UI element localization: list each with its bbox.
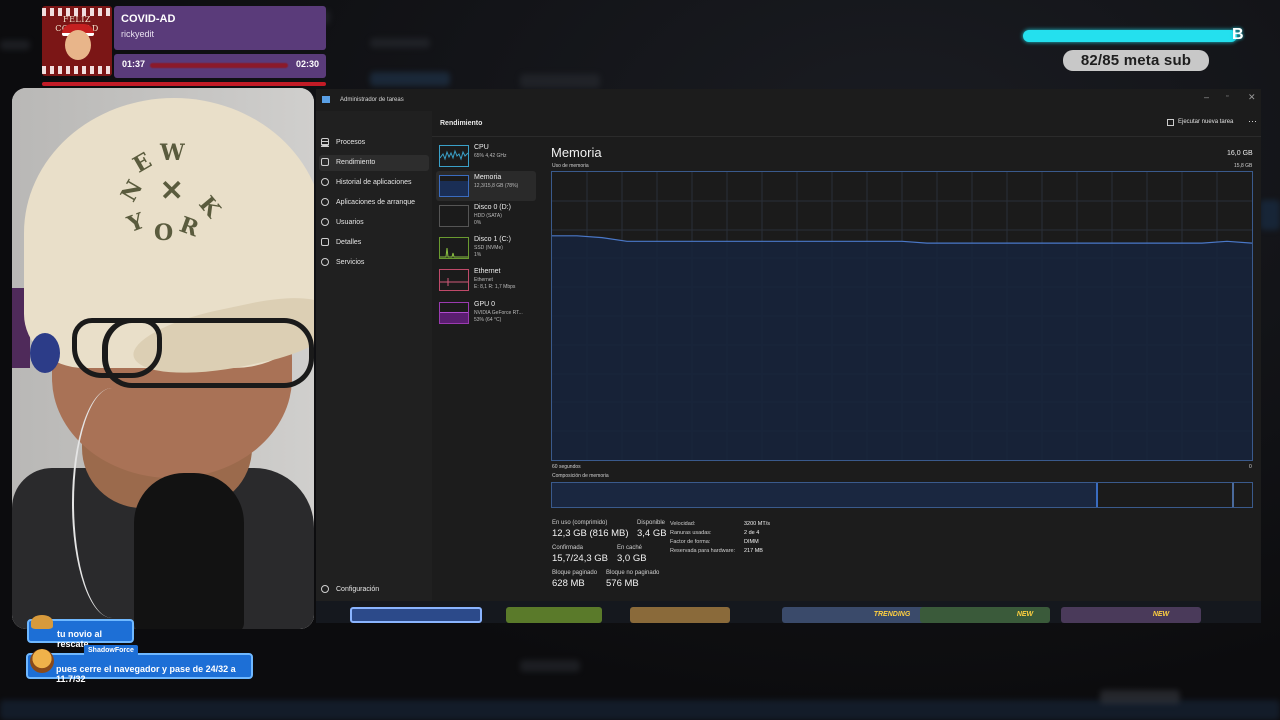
stat-committed: Confirmada 15,7/24,3 GB — [552, 545, 608, 564]
song-progress — [150, 63, 288, 68]
run-task-icon — [1167, 119, 1174, 126]
ethernet-thumbnail — [439, 269, 469, 291]
users-icon — [321, 218, 329, 226]
chat-message: tu novio al rescate — [27, 615, 134, 649]
more-options-icon[interactable]: ⋯ — [1248, 116, 1257, 127]
memory-usage-label: Uso de memoria — [552, 163, 589, 169]
composition-standby-divider — [1232, 483, 1234, 507]
graph-time-left: 60 segundos — [552, 464, 581, 470]
background-blur — [520, 660, 580, 672]
sub-goal-label: 82/85 meta sub — [1063, 50, 1209, 71]
microphone — [134, 473, 244, 629]
sidebar-item-usuarios[interactable]: Usuarios — [319, 215, 429, 231]
stat-available: Disponible 3,4 GB — [637, 520, 667, 539]
task-manager-window: Administrador de tareas – ▫ ✕ Procesos R… — [316, 89, 1261, 601]
cpu-thumbnail — [439, 145, 469, 167]
services-icon — [321, 258, 329, 266]
stat-nonpaged-pool: Bloque no paginado 576 MB — [606, 570, 660, 589]
cap-logo: N E W Y O R K ✕ — [115, 140, 226, 246]
memory-usage-chart — [552, 172, 1252, 460]
resource-memoria[interactable]: Memoria 12,3/15,8 GB (78%) — [436, 171, 536, 201]
sidebar-item-procesos[interactable]: Procesos — [319, 135, 429, 151]
resource-gpu-0[interactable]: GPU 0 NVIDIA GeForce RT... 53% (64 °C) — [436, 298, 536, 328]
background-blur — [1100, 690, 1180, 704]
goal-logo-icon: B — [1232, 26, 1244, 43]
game-tile[interactable]: NEW — [920, 607, 1050, 623]
game-tiles-strip: TRENDING NEW NEW — [316, 601, 1261, 623]
game-tile[interactable]: NEW — [1061, 607, 1201, 623]
minimize-icon[interactable]: – — [1204, 92, 1209, 102]
sidebar-nav: Procesos Rendimiento Historial de aplica… — [316, 111, 432, 601]
resource-cpu[interactable]: CPU 65% 4,42 GHz — [436, 141, 536, 171]
sub-goal-bar — [1023, 30, 1237, 42]
widget-underline — [42, 82, 326, 86]
memory-thumbnail — [439, 175, 469, 197]
title-bar[interactable]: Administrador de tareas – ▫ ✕ — [316, 89, 1261, 111]
stream-screen: FELIZ COVIDAD COVID-AD rickyedit 01:37 0… — [0, 0, 1280, 720]
resource-ethernet[interactable]: Ethernet Ethernet E: 8,1 R: 1,7 Mbps — [436, 265, 536, 295]
memory-usage-area — [552, 235, 1252, 460]
disk-thumbnail — [439, 205, 469, 227]
composition-label: Composición de memoria — [552, 473, 609, 479]
window-title: Administrador de tareas — [340, 97, 404, 103]
time-total: 02:30 — [296, 59, 320, 69]
memory-total: 16,0 GB — [1227, 150, 1253, 157]
chat-message: ShadowForce pues cerre el navegador y pa… — [26, 645, 253, 684]
run-new-task-button[interactable]: Ejecutar nueva tarea — [1178, 119, 1233, 125]
detail-speed: Velocidad: 3200 MT/s — [670, 521, 770, 527]
song-artist: rickyedit — [121, 29, 155, 39]
now-playing-widget: FELIZ COVIDAD COVID-AD rickyedit 01:37 0… — [42, 6, 326, 86]
background-blur — [0, 40, 30, 50]
game-tile[interactable] — [630, 607, 730, 623]
close-icon[interactable]: ✕ — [1248, 92, 1256, 103]
detail-hw-reserved: Reservada para hardware: 217 MB — [670, 548, 763, 554]
stat-paged-pool: Bloque paginado 628 MB — [552, 570, 598, 589]
memory-usage-max: 15,8 GB — [1234, 163, 1253, 169]
chat-message-text: pues cerre el navegador y pase de 24/32 … — [56, 664, 236, 684]
sidebar-item-rendimiento[interactable]: Rendimiento — [319, 155, 429, 171]
sidebar-item-arranque[interactable]: Aplicaciones de arranque — [319, 195, 429, 211]
sidebar-item-configuracion[interactable]: Configuración — [319, 582, 429, 598]
memory-title: Memoria — [551, 145, 602, 160]
chat-username: ShadowForce — [84, 645, 138, 656]
time-elapsed: 01:37 — [122, 59, 146, 69]
page-title: Rendimiento — [440, 120, 483, 127]
sidebar-item-detalles[interactable]: Detalles — [319, 235, 429, 251]
background-blur — [0, 700, 1280, 720]
song-title: COVID-AD — [121, 13, 176, 25]
album-art: FELIZ COVIDAD — [42, 6, 112, 76]
sidebar-item-historial[interactable]: Historial de aplicaciones — [319, 175, 429, 191]
maximize-icon[interactable]: ▫ — [1226, 93, 1228, 100]
sidebar-item-servicios[interactable]: Servicios — [319, 255, 429, 271]
gpu-thumbnail — [439, 302, 469, 324]
stat-cached: En caché 3,0 GB — [617, 545, 647, 564]
chat-avatar — [30, 649, 54, 673]
background-blur — [370, 38, 430, 48]
memory-composition-bar — [551, 482, 1253, 508]
webcam-feed: N E W Y O R K ✕ — [12, 88, 314, 629]
background-blur — [1260, 200, 1280, 230]
memory-usage-graph — [551, 171, 1253, 461]
settings-icon — [321, 585, 329, 593]
composition-in-use — [552, 483, 1098, 507]
resource-disco-0[interactable]: Disco 0 (D:) HDD (SATA) 0% — [436, 201, 536, 231]
resource-disco-1[interactable]: Disco 1 (C:) SSD (NVMe) 1% — [436, 233, 536, 263]
disk-thumbnail — [439, 237, 469, 259]
detail-form-factor: Factor de forma: DIMM — [670, 539, 759, 545]
grid-icon — [321, 138, 329, 146]
chat-avatar — [31, 615, 53, 629]
performance-icon — [321, 158, 329, 166]
stat-in-use: En uso (comprimido) 12,3 GB (816 MB) — [552, 520, 629, 539]
background-blur — [520, 74, 600, 88]
startup-icon — [321, 198, 329, 206]
history-icon — [321, 178, 329, 186]
game-tile[interactable]: TRENDING — [782, 607, 942, 623]
details-icon — [321, 238, 329, 246]
game-tile[interactable] — [506, 607, 602, 623]
background-blur — [370, 72, 450, 86]
detail-slots: Ranuras usadas: 2 de 4 — [670, 530, 760, 536]
graph-time-right: 0 — [1249, 464, 1252, 470]
task-manager-icon — [322, 96, 330, 103]
game-tile[interactable] — [350, 607, 482, 623]
